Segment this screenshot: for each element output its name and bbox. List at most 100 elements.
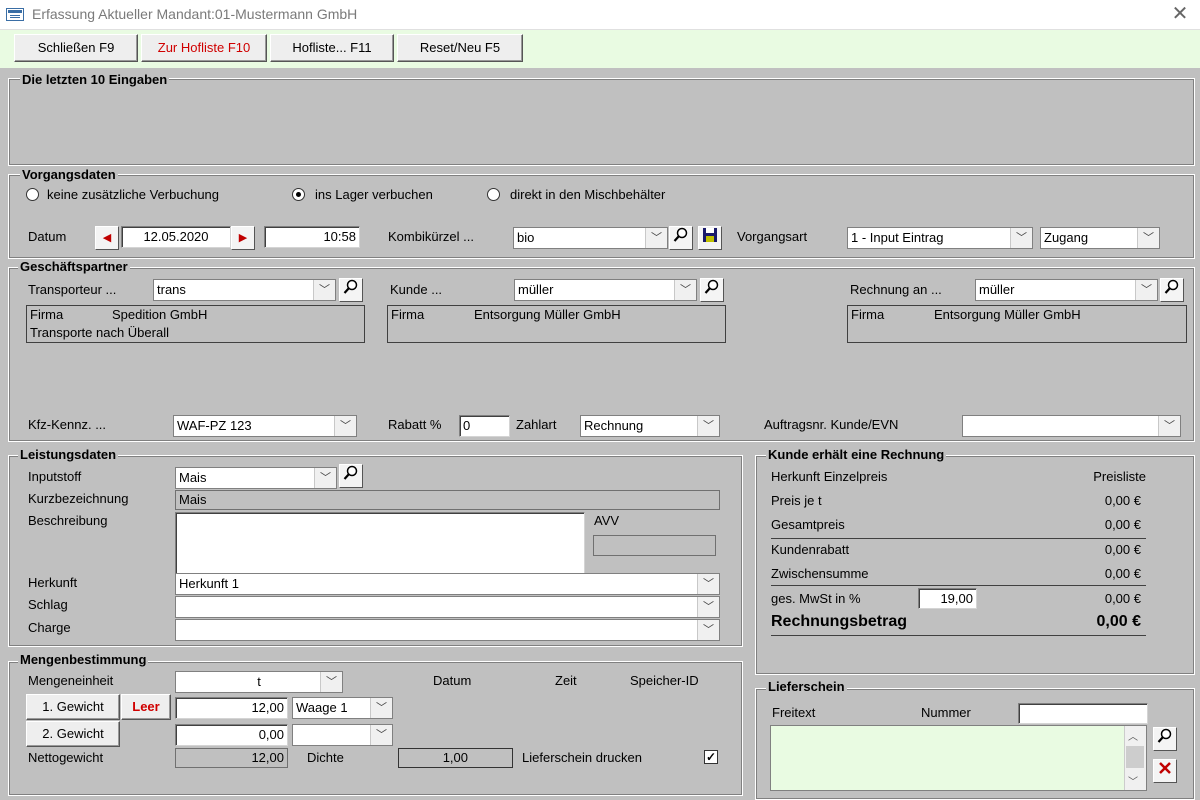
freitext-label: Freitext: [772, 705, 816, 720]
reset-button[interactable]: Reset/Neu F5: [397, 34, 523, 62]
chevron-down-icon[interactable]: ﹀: [697, 416, 719, 436]
beschreibung-textarea[interactable]: [175, 512, 585, 574]
charge-select[interactable]: [175, 619, 720, 641]
rechnung-frame: [755, 455, 1195, 675]
gesamt-label: Gesamtpreis: [771, 517, 845, 532]
scroll-thumb[interactable]: [1126, 746, 1144, 768]
recent-entries-title: Die letzten 10 Eingaben: [20, 72, 170, 87]
schlag-select[interactable]: [175, 596, 720, 618]
netto-field: 12,00: [175, 748, 288, 768]
auftrag-label: Auftragsnr. Kunde/EVN: [764, 417, 899, 432]
auftrag-select[interactable]: [962, 415, 1181, 437]
mwst-label: ges. MwSt in %: [771, 591, 861, 606]
herkunft-value: Herkunft 1: [179, 576, 239, 591]
zahlart-label: Zahlart: [516, 417, 557, 432]
transporteur-select[interactable]: trans: [153, 279, 336, 301]
leistung-title: Leistungsdaten: [18, 447, 119, 462]
druck-checkbox[interactable]: ✓: [704, 750, 718, 764]
kunde-firma-label: Firma: [391, 307, 425, 322]
transporteur-firma: Spedition GmbH: [112, 307, 208, 322]
prev-date-button[interactable]: ◀: [95, 226, 119, 250]
search-icon: [343, 465, 358, 480]
herkunft-label: Herkunft: [28, 575, 78, 590]
kunde-value: müller: [518, 282, 554, 297]
zwischensumme-label: Zwischensumme: [771, 566, 869, 581]
rechnung-an-search-button[interactable]: [1160, 278, 1184, 302]
rabatt-field[interactable]: 0: [459, 415, 510, 437]
chevron-down-icon[interactable]: ﹀: [697, 620, 719, 640]
chevron-down-icon[interactable]: ﹀: [1137, 228, 1159, 248]
chevron-down-icon[interactable]: ﹀: [697, 574, 719, 594]
rechnungsbetrag-value: 0,00 €: [1096, 613, 1141, 630]
datum-field[interactable]: 12.05.2020: [121, 226, 231, 248]
kombi-save-button[interactable]: [698, 226, 722, 250]
nummer-label: Nummer: [921, 705, 971, 720]
chevron-down-icon[interactable]: ﹀: [674, 280, 696, 300]
scroll-up-icon[interactable]: ︿: [1128, 728, 1138, 743]
chevron-down-icon[interactable]: ﹀: [320, 672, 342, 692]
mwst-field[interactable]: 19,00: [918, 588, 977, 609]
chevron-down-icon[interactable]: ﹀: [645, 228, 667, 248]
rechnung-firma-label: Firma: [851, 307, 885, 322]
rechnungsbetrag-label: Rechnungsbetrag: [771, 613, 908, 630]
kunde-select[interactable]: müller: [514, 279, 697, 301]
leer-button[interactable]: Leer: [121, 694, 171, 720]
scroll-down-icon[interactable]: ﹀: [1128, 773, 1138, 788]
gewicht1-field[interactable]: 12,00: [175, 697, 288, 719]
kunde-search-button[interactable]: [700, 278, 724, 302]
vorgang-title: Vorgangsdaten: [20, 167, 118, 182]
preis-value: 0,00 €: [1104, 493, 1141, 508]
einheit-select[interactable]: t: [175, 671, 343, 693]
hofliste-button[interactable]: Hofliste... F11: [270, 34, 394, 62]
inputstoff-select[interactable]: Mais: [175, 467, 337, 489]
chevron-down-icon[interactable]: ﹀: [1010, 228, 1032, 248]
radio-label-keine: keine zusätzliche Verbuchung: [47, 187, 220, 202]
nummer-field[interactable]: [1018, 703, 1148, 724]
partner-title: Geschäftspartner: [18, 259, 130, 274]
chevron-down-icon[interactable]: ﹀: [314, 468, 336, 488]
next-date-button[interactable]: ▶: [231, 226, 255, 250]
close-icon[interactable]: ✕: [1168, 2, 1192, 26]
waage1-value: Waage 1: [296, 700, 348, 715]
vorgangsart-select[interactable]: 1 - Input Eintrag: [847, 227, 1033, 249]
lieferschein-search-button[interactable]: [1153, 727, 1177, 751]
inputstoff-value: Mais: [179, 470, 207, 485]
radio-lager-verbuchen[interactable]: [292, 188, 305, 201]
gesamt-value: 0,00 €: [1104, 517, 1141, 532]
freitext-textarea[interactable]: [770, 725, 1147, 791]
dichte-label: Dichte: [307, 750, 344, 765]
beschreibung-label: Beschreibung: [28, 513, 108, 528]
transporteur-line2: Transporte nach Überall: [30, 325, 169, 340]
close-button[interactable]: Schließen F9: [14, 34, 138, 62]
chevron-down-icon[interactable]: ﹀: [697, 597, 719, 617]
delete-icon: [1159, 762, 1171, 774]
chevron-down-icon[interactable]: ﹀: [1158, 416, 1180, 436]
kombi-search-button[interactable]: [669, 226, 693, 250]
to-hofliste-button[interactable]: Zur Hofliste F10: [141, 34, 267, 62]
transporteur-search-button[interactable]: [339, 278, 363, 302]
lieferschein-delete-button[interactable]: [1153, 759, 1177, 783]
search-icon: [343, 279, 358, 294]
herkunft-einzelpreis-value: Preisliste: [1093, 469, 1146, 484]
gewicht2-field[interactable]: 0,00: [175, 724, 288, 746]
chevron-down-icon[interactable]: ﹀: [1135, 280, 1157, 300]
kundenrabatt-value: 0,00 €: [1104, 542, 1141, 557]
chevron-down-icon[interactable]: ﹀: [370, 725, 392, 745]
transporteur-value: trans: [157, 282, 186, 297]
radio-mischbehaelter[interactable]: [487, 188, 500, 201]
zeit-field[interactable]: 10:58: [264, 226, 360, 248]
zwischensumme-value: 0,00 €: [1104, 566, 1141, 581]
transporteur-label: Transporteur ...: [28, 282, 117, 297]
gewicht2-button[interactable]: 2. Gewicht: [26, 721, 120, 747]
chevron-down-icon[interactable]: ﹀: [334, 416, 356, 436]
radio-keine-verbuchung[interactable]: [26, 188, 39, 201]
chevron-down-icon[interactable]: ﹀: [313, 280, 335, 300]
gewicht1-button[interactable]: 1. Gewicht: [26, 694, 120, 720]
herkunft-select[interactable]: Herkunft 1: [175, 573, 720, 595]
kfz-select[interactable]: WAF-PZ 123: [173, 415, 357, 437]
dichte-field: 1,00: [398, 748, 513, 768]
rechnung-an-select[interactable]: müller: [975, 279, 1158, 301]
chevron-down-icon[interactable]: ﹀: [370, 698, 392, 718]
kundenrabatt-label: Kundenrabatt: [771, 542, 850, 557]
inputstoff-search-button[interactable]: [339, 464, 363, 488]
